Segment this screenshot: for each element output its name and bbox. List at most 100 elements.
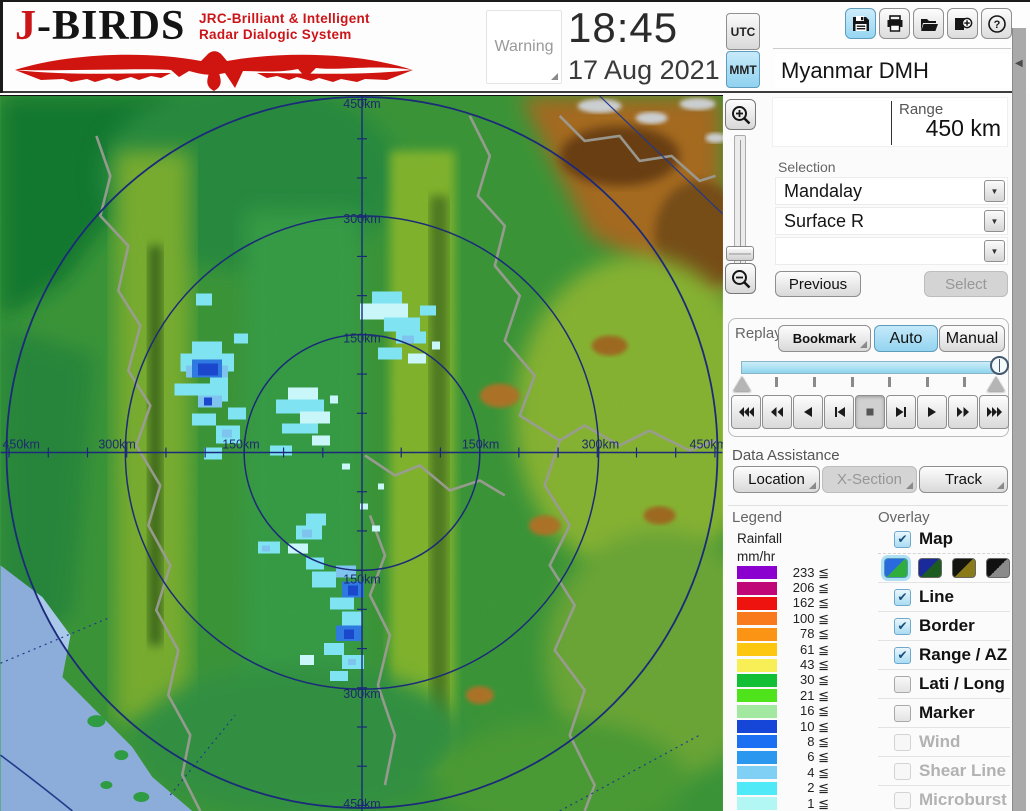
legend-row: 4 ≦ (737, 765, 847, 780)
legend-color-swatch (737, 658, 777, 672)
manual-mode-button[interactable]: Manual (939, 325, 1005, 352)
transport-controls (731, 395, 1010, 429)
overlay-item-wind[interactable]: Wind (878, 728, 1010, 757)
map-style-black-olive[interactable] (952, 558, 976, 578)
fastest-rewind-button[interactable] (731, 395, 761, 429)
overlay-item-range-az[interactable]: ✔ Range / AZ (878, 641, 1010, 670)
station-name-field[interactable]: Myanmar DMH (775, 54, 1011, 88)
legend-row: 78 ≦ (737, 626, 847, 642)
play-reverse-button[interactable] (793, 395, 823, 429)
open-folder-button[interactable] (913, 8, 944, 39)
app-logo-title: J-BIRDS (15, 2, 185, 50)
overlay-item-border[interactable]: ✔ Border (878, 612, 1010, 641)
zoom-slider-handle[interactable] (726, 246, 754, 261)
checkmark-icon: ✔ (897, 532, 908, 546)
legend-threshold-label: 43 ≦ (800, 657, 829, 673)
panel-collapse-strip[interactable]: ◀ (1012, 28, 1026, 811)
previous-button[interactable]: Previous (775, 271, 861, 297)
mmt-button[interactable]: MMT (726, 51, 760, 88)
overlay-item-label: Lati / Long (919, 674, 1005, 693)
save-button[interactable] (845, 8, 876, 39)
legend-threshold-label: 4 ≦ (807, 764, 829, 780)
replay-range-start-marker[interactable] (733, 376, 751, 391)
print-button[interactable] (879, 8, 910, 39)
legend-threshold-label: 21 ≦ (800, 687, 829, 703)
checkbox (894, 733, 911, 751)
legend-threshold-label: 61 ≦ (800, 641, 829, 657)
replay-group: Replay Bookmark Auto Manual (728, 318, 1009, 437)
location-button[interactable]: Location (733, 466, 820, 493)
legend-threshold-label: 30 ≦ (800, 672, 829, 688)
stop-icon (866, 408, 874, 416)
timeline-tick (963, 377, 966, 387)
replay-slider-knob[interactable] (990, 356, 1009, 375)
map-style-navy-darkgreen[interactable] (918, 558, 942, 578)
overlay-item-label: Wind (919, 732, 961, 751)
fastest-forward-button[interactable] (979, 395, 1009, 429)
checked-checkbox[interactable]: ✔ (894, 588, 911, 606)
legend-row: 30 ≦ (737, 672, 847, 688)
fast-rewind-button[interactable] (762, 395, 792, 429)
utc-button[interactable]: UTC (726, 13, 760, 50)
legend-row: 21 ≦ (737, 688, 847, 703)
checked-checkbox[interactable]: ✔ (894, 617, 911, 635)
overlay-item-microburst[interactable]: Microburst (878, 786, 1010, 811)
auto-mode-button[interactable]: Auto (874, 325, 938, 352)
checked-checkbox[interactable]: ✔ (894, 530, 911, 548)
clock-date: 17 Aug 2021 (568, 55, 720, 85)
replay-range-end-marker[interactable] (987, 376, 1005, 391)
overlay-item-shear-line[interactable]: Shear Line (878, 757, 1010, 786)
zoom-in-button[interactable] (725, 99, 756, 130)
header-bar: J-BIRDS JRC-Brilliant & Intelligent Rada… (0, 0, 1030, 93)
fast-forward-button[interactable] (948, 395, 978, 429)
play-button[interactable] (917, 395, 947, 429)
chevron-down-icon[interactable]: ▼ (984, 180, 1005, 202)
legend-threshold-label: 10 ≦ (800, 718, 829, 734)
help-button[interactable]: ? (981, 8, 1012, 39)
legend-color-swatch (737, 766, 777, 780)
product-dropdown-value: Surface R (784, 211, 865, 231)
product-dropdown[interactable]: Surface R ▼ (775, 207, 1008, 235)
stop-button[interactable] (855, 395, 885, 429)
warning-button[interactable]: Warning (486, 10, 562, 84)
overlay-item-label: Marker (919, 703, 975, 722)
jbirds-application-window: J-BIRDS JRC-Brilliant & Intelligent Rada… (0, 0, 1030, 811)
overlay-item-marker[interactable]: Marker (878, 699, 1010, 728)
step-back-button[interactable] (824, 395, 854, 429)
logo-accent: J (15, 3, 37, 49)
checkbox[interactable] (894, 675, 911, 693)
svg-text:300km: 300km (343, 687, 380, 701)
overlay-list: ✔ Map ✔ Line ✔ Border ✔ Range / AZ Lati / Long Ma… (878, 525, 1010, 811)
play-reverse-icon (804, 407, 812, 417)
legend-label: Legend (732, 509, 783, 526)
timeline-tick (813, 377, 816, 387)
legend-row: 100 ≦ (737, 611, 847, 626)
map-style-black-gray[interactable] (986, 558, 1010, 578)
legend-row: 2 ≦ (737, 780, 847, 795)
overlay-item-line[interactable]: ✔ Line (878, 583, 1010, 612)
save-icon (852, 15, 869, 31)
radar-map[interactable]: 450km 300km 150km 150km 300km 450km 450k… (0, 95, 723, 811)
option-dropdown[interactable]: ▼ (775, 237, 1008, 265)
add-image-button[interactable] (947, 8, 978, 39)
checkbox[interactable] (894, 704, 911, 722)
step-forward-button[interactable] (886, 395, 916, 429)
chevron-down-icon[interactable]: ▼ (984, 240, 1005, 262)
overlay-item-label: Border (919, 616, 975, 635)
checked-checkbox[interactable]: ✔ (894, 646, 911, 664)
track-button[interactable]: Track (919, 466, 1008, 493)
x-section-button[interactable]: X-Section (822, 466, 917, 493)
svg-text:450km: 450km (343, 97, 380, 111)
svg-text:450km: 450km (343, 797, 380, 811)
map-style-blue-green-selected[interactable] (884, 558, 908, 578)
overlay-item-lati-long[interactable]: Lati / Long (878, 670, 1010, 699)
overlay-item-map[interactable]: ✔ Map (878, 525, 1010, 554)
replay-timeline-slider[interactable] (741, 361, 999, 374)
select-button[interactable]: Select (924, 271, 1008, 297)
bookmark-button[interactable]: Bookmark (778, 325, 871, 352)
fast-forward-icon (957, 407, 969, 417)
site-dropdown[interactable]: Mandalay ▼ (775, 177, 1008, 205)
chevron-down-icon[interactable]: ▼ (984, 210, 1005, 232)
zoom-out-button[interactable] (725, 263, 756, 294)
svg-text:150km: 150km (343, 572, 380, 586)
